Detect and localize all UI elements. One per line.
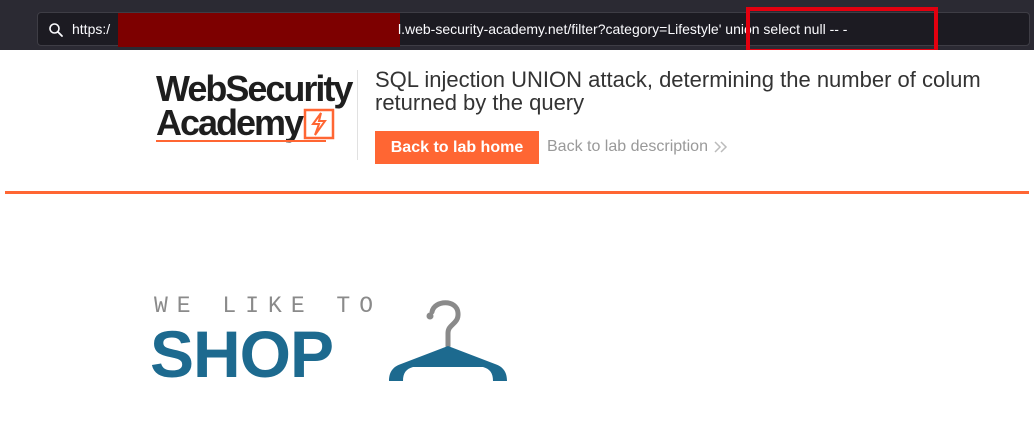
redacted-host — [118, 13, 400, 47]
back-to-lab-home-button[interactable]: Back to lab home — [375, 131, 539, 164]
url-prefix[interactable]: https:/ — [72, 21, 110, 37]
shop-tagline: WE LIKE TO — [154, 293, 383, 319]
hanger-icon — [389, 300, 507, 381]
header-divider — [357, 70, 358, 160]
header-rule — [5, 191, 1029, 194]
lab-title-line-1: SQL injection UNION attack, determining … — [375, 67, 981, 92]
shop-logo-text[interactable]: SHOP — [150, 321, 334, 387]
lightning-bolt-icon — [303, 108, 335, 140]
payload-highlight-box — [746, 7, 938, 53]
lab-title: SQL injection UNION attack, determining … — [375, 68, 1034, 114]
web-security-academy-logo[interactable]: WebSecurity Academy — [156, 70, 356, 144]
lab-title-line-2: returned by the query — [375, 90, 585, 115]
logo-underline — [156, 140, 326, 142]
back-to-lab-description-link[interactable]: Back to lab description — [547, 138, 708, 156]
search-icon — [49, 23, 63, 37]
logo-line-2: Academy — [156, 102, 304, 143]
double-chevron-right-icon — [714, 141, 728, 153]
